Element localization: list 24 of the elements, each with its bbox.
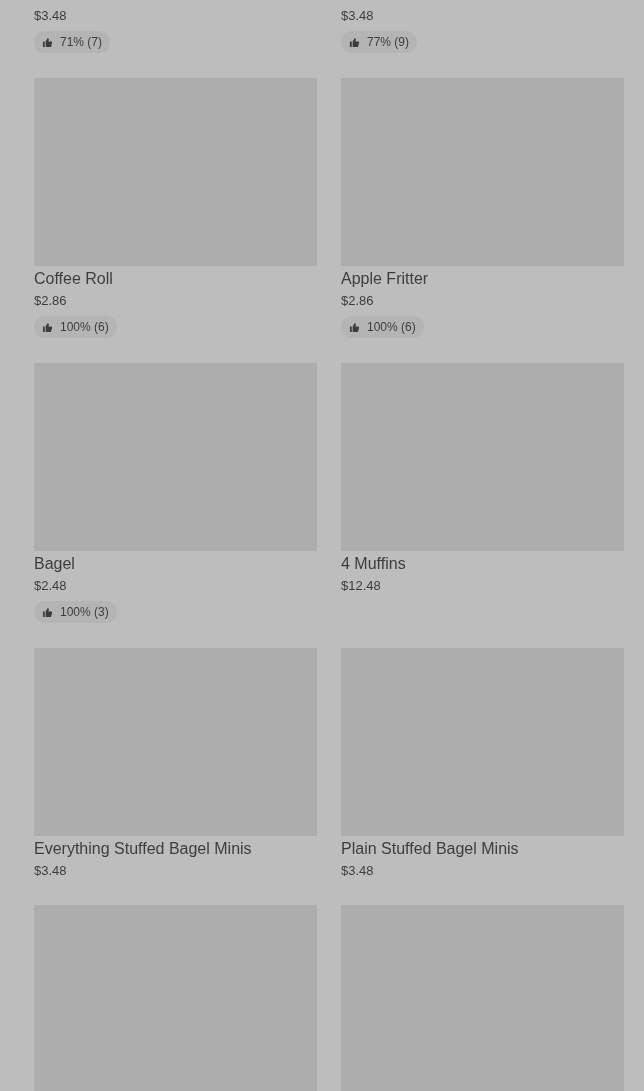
product-price: $2.48	[34, 577, 68, 595]
product-price: $3.48	[34, 7, 68, 25]
product-price: $3.48	[341, 7, 375, 25]
rating-badge: 71% (7)	[34, 31, 111, 53]
product-price: $3.48	[34, 862, 68, 880]
thumbs-up-icon	[42, 36, 53, 48]
rating-badge: 100% (6)	[34, 316, 117, 338]
rating-badge: 100% (6)	[341, 316, 424, 338]
thumbs-up-icon	[42, 606, 53, 618]
rating-badge: 100% (3)	[34, 601, 117, 623]
product-price: $2.86	[34, 292, 68, 310]
thumbs-up-icon	[349, 321, 360, 333]
product-name[interactable]: Everything Stuffed Bagel Minis	[34, 839, 317, 859]
product-price: $2.86	[341, 292, 375, 310]
product-name[interactable]: Coffee Roll	[34, 269, 317, 289]
product-name[interactable]: Plain Stuffed Bagel Minis	[341, 839, 624, 859]
product-price: $12.48	[341, 577, 382, 595]
product-price: $3.48	[341, 862, 375, 880]
product-name[interactable]: 4 Muffins	[341, 554, 624, 574]
thumbs-up-icon	[349, 36, 360, 48]
rating-badge: 77% (9)	[341, 31, 418, 53]
product-name[interactable]: Apple Fritter	[341, 269, 624, 289]
product-name[interactable]: Bagel	[34, 554, 317, 574]
thumbs-up-icon	[42, 321, 53, 333]
